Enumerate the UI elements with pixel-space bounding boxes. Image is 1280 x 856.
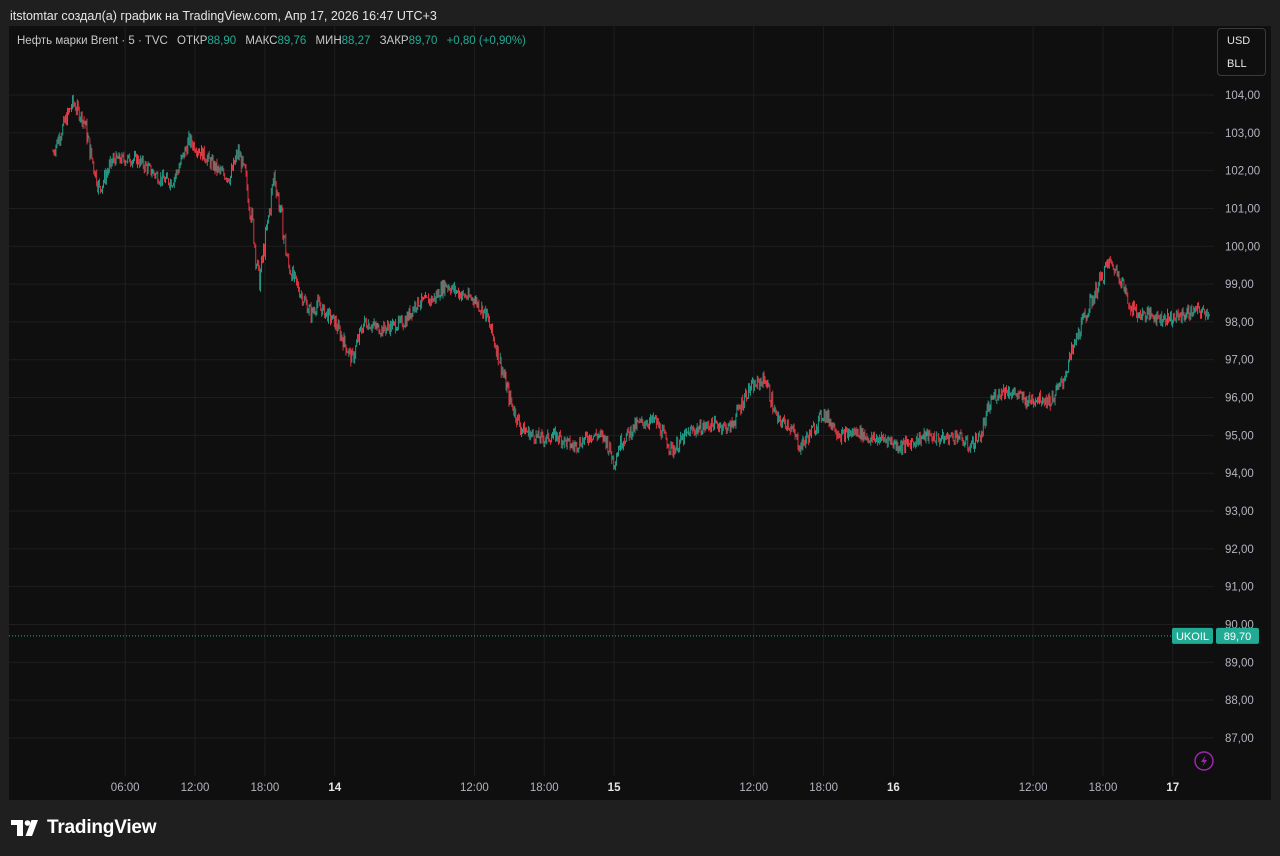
- high-label: МАКС: [245, 35, 278, 47]
- x-tick-label: 18:00: [250, 782, 279, 794]
- price-tags: UKOIL 89,70: [1172, 627, 1259, 644]
- price-axis[interactable]: 104,00 103,00 102,00 101,00 100,00 99,00 98,00…: [1225, 90, 1260, 745]
- x-tick-label: 18:00: [530, 782, 559, 794]
- symbol-tag: UKOIL: [1176, 631, 1209, 643]
- attribution-text: itstomtar создал(а) график на TradingVie…: [10, 9, 437, 23]
- chart-legend[interactable]: Нефть марки Brent · 5 · TVC ОТКР88,90 МА…: [17, 35, 526, 47]
- x-tick-label: 12:00: [739, 782, 768, 794]
- x-tick-label: 16: [887, 782, 900, 794]
- attribution-bar: itstomtar создал(а) график на TradingVie…: [0, 0, 1280, 26]
- open-label: ОТКР: [177, 35, 208, 47]
- y-tick-label: 102,00: [1225, 166, 1260, 178]
- lightning-glyph: [1201, 755, 1207, 767]
- x-tick-label: 17: [1166, 782, 1179, 794]
- alert-button[interactable]: [1194, 751, 1214, 771]
- y-tick-label: 88,00: [1225, 695, 1254, 707]
- x-tick-label: 14: [328, 782, 341, 794]
- low-value: 88,27: [341, 35, 371, 47]
- low-label: МИН: [315, 35, 342, 47]
- y-tick-label: 94,00: [1225, 468, 1254, 480]
- footer: TradingView: [0, 800, 1280, 856]
- x-tick-label: 12:00: [460, 782, 489, 794]
- y-tick-label: 96,00: [1225, 393, 1254, 405]
- tradingview-logo[interactable]: TradingView: [11, 817, 157, 839]
- y-tick-label: 87,00: [1225, 733, 1254, 745]
- y-tick-label: 99,00: [1225, 279, 1254, 291]
- x-tick-label: 12:00: [1019, 782, 1048, 794]
- candles: [52, 94, 1210, 471]
- x-tick-label: 18:00: [1089, 782, 1118, 794]
- price-chart[interactable]: 104,00 103,00 102,00 101,00 100,00 99,00 98,00…: [9, 26, 1271, 800]
- x-tick-label: 12:00: [181, 782, 210, 794]
- time-axis[interactable]: 06:00 12:00 18:00 14 12:00 18:00 15 12:00 18:00 1…: [111, 782, 1271, 794]
- last-price-tag: 89,70: [1224, 631, 1252, 643]
- y-tick-label: 89,00: [1225, 657, 1254, 669]
- y-tick-label: 93,00: [1225, 506, 1254, 518]
- x-tick-label: 06:00: [111, 782, 140, 794]
- close-label: ЗАКР: [379, 35, 409, 47]
- currency-label[interactable]: USD: [1218, 29, 1265, 52]
- y-tick-label: 98,00: [1225, 317, 1254, 329]
- grid: [9, 26, 1214, 776]
- change-value: +0,80 (+0,90%): [446, 35, 526, 47]
- symbol-name[interactable]: Нефть марки Brent · 5 · TVC: [17, 35, 168, 47]
- y-tick-label: 97,00: [1225, 355, 1254, 367]
- chart-pane[interactable]: 104,00 103,00 102,00 101,00 100,00 99,00 98,00…: [9, 26, 1271, 800]
- tradingview-logo-icon: [11, 820, 38, 836]
- high-value: 89,76: [277, 35, 307, 47]
- y-tick-label: 101,00: [1225, 203, 1260, 215]
- unit-label[interactable]: BLL: [1218, 52, 1265, 75]
- y-tick-label: 100,00: [1225, 241, 1260, 253]
- x-tick-label: 15: [608, 782, 621, 794]
- y-tick-label: 91,00: [1225, 582, 1254, 594]
- y-tick-label: 103,00: [1225, 128, 1260, 140]
- y-tick-label: 92,00: [1225, 544, 1254, 556]
- y-tick-label: 104,00: [1225, 90, 1260, 102]
- currency-unit-selector[interactable]: USD BLL: [1217, 28, 1266, 76]
- brand-name: TradingView: [47, 817, 157, 838]
- open-value: 88,90: [207, 35, 237, 47]
- y-tick-label: 95,00: [1225, 430, 1254, 442]
- x-tick-label: 18:00: [809, 782, 838, 794]
- close-value: 89,70: [408, 35, 438, 47]
